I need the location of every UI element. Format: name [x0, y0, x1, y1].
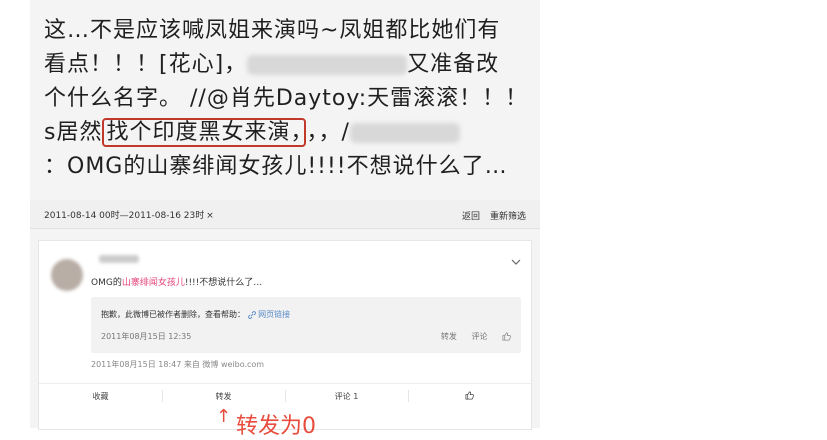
annotation-note: 转发为0	[236, 414, 316, 439]
avatar[interactable]	[51, 259, 83, 291]
blurred-username-2	[349, 123, 460, 143]
repost-button[interactable]: 转发	[162, 391, 285, 402]
post-line-1: 这…不是应该喊凤姐来演吗~凤姐都比她们有	[44, 18, 501, 43]
post-line-2: 看点！！！[花心]， 又准备改	[44, 48, 544, 82]
post-line-4: s居然 找个印度黑女来演， ，，/	[44, 116, 544, 150]
card-actions: 收藏 转发 评论 1	[39, 383, 531, 408]
highlighted-phrase: 找个印度黑女来演，	[102, 118, 307, 147]
deleted-message: 抱歉，此微博已被作者删除，查看帮助： 网页链接	[101, 309, 290, 320]
post-line-5: ：OMG的山寨绯闻女孩儿!!!!不想说什么了…	[44, 154, 508, 179]
quoted-post: 抱歉，此微博已被作者删除，查看帮助： 网页链接 2011年08月15日 12:3…	[91, 297, 521, 353]
post-line-2-end: 又准备改	[407, 52, 500, 77]
post-line-2-start: 看点！！！[花心]，	[44, 52, 248, 77]
post-line-4-end: ，，/	[306, 120, 350, 145]
thumbs-up-icon[interactable]	[502, 332, 511, 341]
close-icon[interactable]: ×	[206, 211, 214, 221]
blurred-username	[247, 55, 408, 75]
card-text-prefix: OMG的	[91, 278, 122, 288]
deleted-message-text: 抱歉，此微博已被作者删除，查看帮助：	[101, 310, 245, 319]
like-button[interactable]	[408, 391, 531, 400]
arrow-up-icon: ↑	[216, 406, 232, 427]
card-text-suffix: !!!!不想说什么了…	[184, 278, 263, 288]
reset-filter-button[interactable]: 重新筛选	[490, 209, 526, 222]
thumbs-up-icon	[465, 391, 474, 400]
back-button[interactable]: 返回	[462, 209, 480, 222]
date-range-text: 2011-08-14 00时—2011-08-16 23时	[44, 211, 205, 221]
filter-bar: 2011-08-14 00时—2011-08-16 23时 × 返回 重新筛选	[30, 200, 540, 229]
quote-comment-button[interactable]: 评论	[471, 332, 487, 341]
blurred-name	[99, 255, 139, 263]
post-text: 这…不是应该喊凤姐来演吗~凤姐都比她们有 看点！！！[花心]， 又准备改 个什么名…	[44, 14, 544, 184]
link-icon	[247, 310, 259, 319]
collect-button[interactable]: 收藏	[39, 391, 162, 402]
weibo-card: OMG的山寨绯闻女孩儿!!!!不想说什么了… 抱歉，此微博已被作者删除，查看帮助…	[38, 240, 532, 430]
quote-actions: 转发 评论	[429, 331, 511, 342]
topic-link[interactable]: 山寨绯闻女孩儿	[122, 278, 185, 288]
post-line-4-start: s居然	[44, 120, 103, 145]
chevron-down-icon[interactable]	[511, 255, 521, 268]
quote-repost-button[interactable]: 转发	[441, 332, 457, 341]
comment-button[interactable]: 评论 1	[285, 391, 408, 402]
help-link[interactable]: 网页链接	[247, 310, 291, 319]
date-range-chip[interactable]: 2011-08-14 00时—2011-08-16 23时 ×	[44, 208, 214, 221]
card-text: OMG的山寨绯闻女孩儿!!!!不想说什么了…	[91, 275, 262, 288]
quote-timestamp: 2011年08月15日 12:35	[101, 332, 192, 341]
help-link-label: 网页链接	[258, 310, 291, 319]
post-meta: 2011年08月15日 18:47 来自 微博 weibo.com	[91, 360, 265, 369]
post-line-3: 个什么名字。 //@肖先Daytoy:天雷滚滚！！！	[44, 86, 529, 111]
